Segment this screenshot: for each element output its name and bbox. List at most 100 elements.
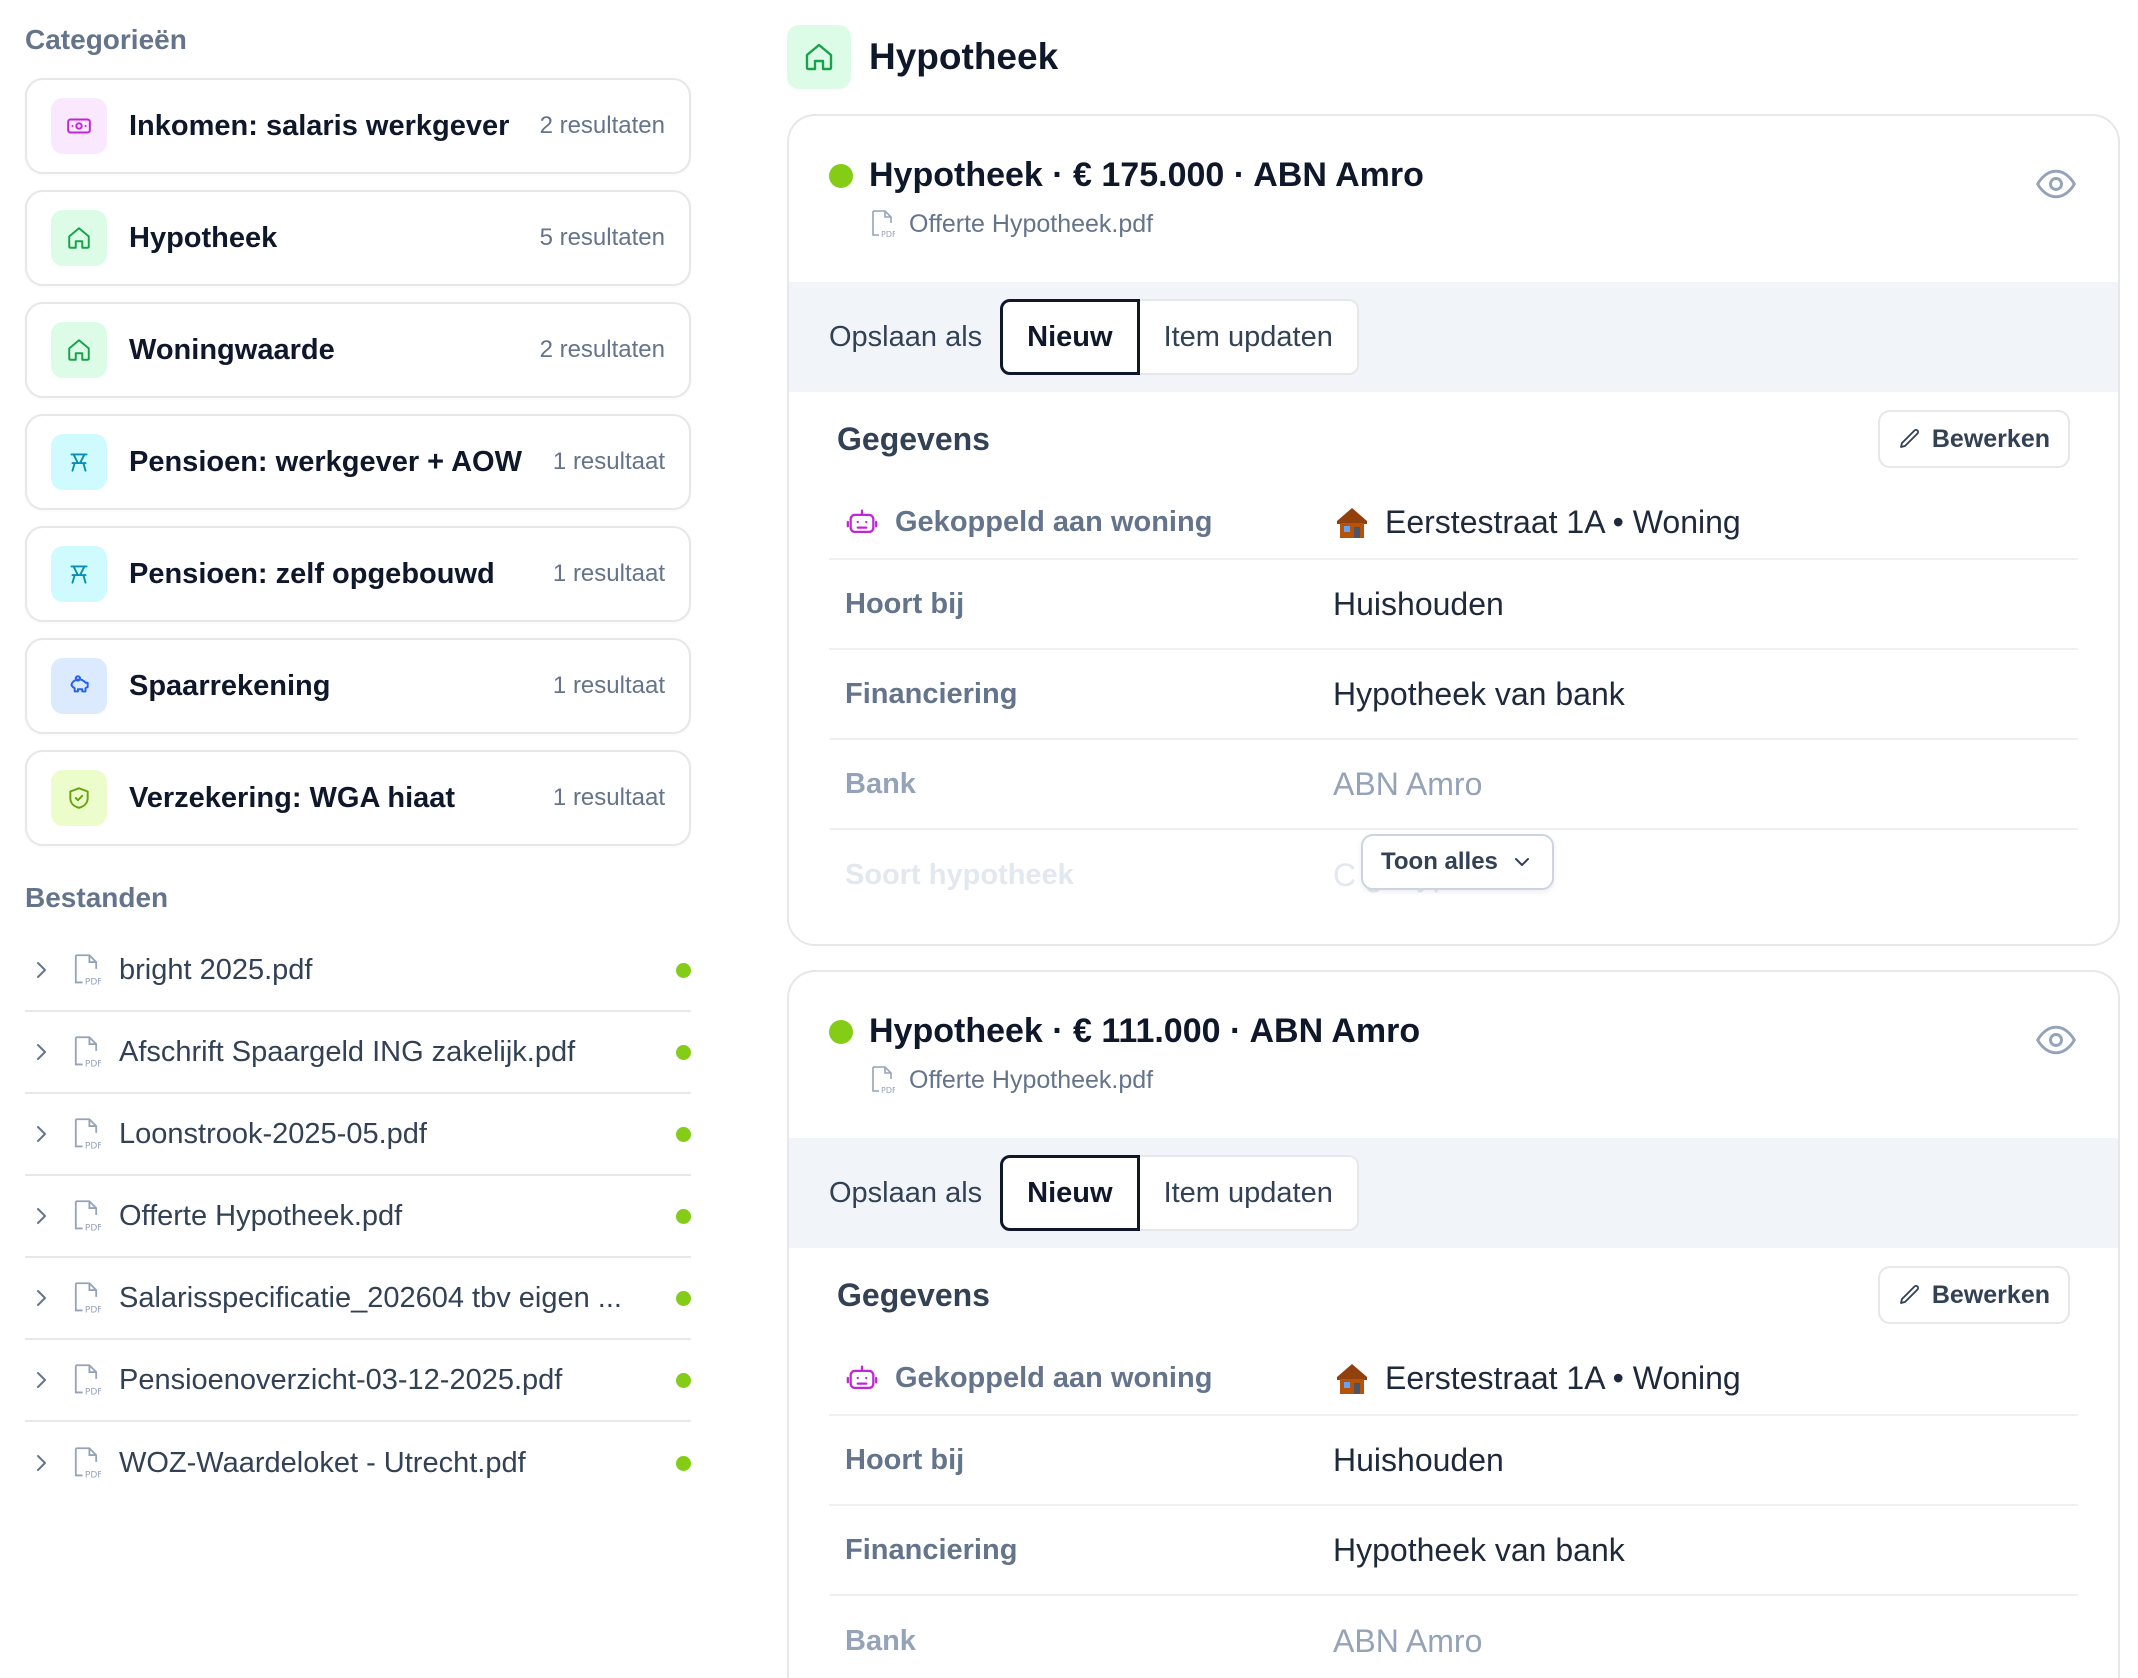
detail-row: Financiering Hypotheek van bank xyxy=(829,650,2078,740)
category-item[interactable]: Pensioen: zelf opgebouwd 1 resultaat xyxy=(25,526,691,622)
details-section: Gegevens Bewerken Gekoppeld aan woning E… xyxy=(789,392,2118,920)
sidebar: Categorieën Inkomen: salaris werkgever 2… xyxy=(25,20,691,1504)
banknote-icon xyxy=(51,98,107,154)
category-item[interactable]: Spaarrekening 1 resultaat xyxy=(25,638,691,734)
pdf-file-icon: PDF xyxy=(872,210,895,239)
status-dot xyxy=(676,1455,691,1471)
detail-value: Hypotheek van bank xyxy=(1333,1531,1625,1568)
source-file-name: Offerte Hypotheek.pdf xyxy=(909,1065,1154,1094)
detail-value: Huishouden xyxy=(1333,1441,1504,1478)
save-new-button[interactable]: Nieuw xyxy=(1000,299,1140,375)
category-count: 1 resultaat xyxy=(552,560,665,587)
file-row[interactable]: PDF bright 2025.pdf xyxy=(25,930,691,1012)
save-mode-toggle: Nieuw Item updaten xyxy=(1000,299,1359,375)
edit-button[interactable]: Bewerken xyxy=(1877,1266,2070,1324)
category-count: 2 resultaten xyxy=(539,112,665,139)
detail-row: Bank ABN Amro xyxy=(829,1596,2078,1678)
pdf-file-icon: PDF xyxy=(74,1036,101,1069)
chevron-right-icon[interactable] xyxy=(29,1122,53,1146)
category-item[interactable]: Inkomen: salaris werkgever 2 resultaten xyxy=(25,78,691,174)
file-name: Pensioenoverzicht-03-12-2025.pdf xyxy=(119,1363,563,1396)
pdf-file-icon: PDF xyxy=(872,1066,895,1095)
svg-text:PDF: PDF xyxy=(85,1060,101,1069)
pdf-file-icon: PDF xyxy=(74,1118,101,1151)
status-dot xyxy=(676,1126,691,1142)
chevron-right-icon[interactable] xyxy=(29,1286,53,1310)
beach-chair-icon xyxy=(51,546,107,602)
chevron-right-icon[interactable] xyxy=(29,1040,53,1064)
category-item[interactable]: Verzekering: WGA hiaat 1 resultaat xyxy=(25,750,691,846)
chevron-down-icon xyxy=(1514,858,1529,866)
robot-icon xyxy=(846,1365,878,1390)
save-new-button[interactable]: Nieuw xyxy=(1000,1155,1140,1231)
details-title: Gegevens xyxy=(837,420,990,457)
eye-icon[interactable] xyxy=(2034,1018,2078,1062)
card-header: Hypotheek · € 111.000 · ABN Amro PDF Off… xyxy=(789,972,2118,1138)
house-emoji-icon xyxy=(1337,1364,1367,1394)
category-name: Hypotheek xyxy=(129,221,278,254)
category-count: 2 resultaten xyxy=(539,336,665,363)
linked-label: Gekoppeld aan woning xyxy=(895,505,1213,538)
file-row[interactable]: PDF Pensioenoverzicht-03-12-2025.pdf xyxy=(25,1340,691,1422)
detail-value: ABN Amro xyxy=(1333,765,1483,802)
home-icon xyxy=(51,322,107,378)
source-file-name: Offerte Hypotheek.pdf xyxy=(909,209,1154,238)
source-file[interactable]: PDF Offerte Hypotheek.pdf xyxy=(869,209,2078,239)
svg-text:PDF: PDF xyxy=(85,1142,101,1151)
chevron-right-icon[interactable] xyxy=(29,1204,53,1228)
chevron-right-icon[interactable] xyxy=(29,1451,53,1475)
status-dot xyxy=(829,163,853,188)
detail-label: Financiering xyxy=(845,1533,1018,1566)
detail-row: Gekoppeld aan woning Eerstestraat 1A • W… xyxy=(829,486,2078,560)
details-rows: Gekoppeld aan woning Eerstestraat 1A • W… xyxy=(829,1342,2078,1678)
beach-chair-icon xyxy=(51,434,107,490)
save-mode-toggle: Nieuw Item updaten xyxy=(1000,1155,1359,1231)
svg-text:PDF: PDF xyxy=(85,978,101,987)
detail-label: Hoort bij xyxy=(845,1443,965,1476)
category-count: 1 resultaat xyxy=(552,672,665,699)
category-item[interactable]: Woningwaarde 2 resultaten xyxy=(25,302,691,398)
category-item[interactable]: Pensioen: werkgever + AOW 1 resultaat xyxy=(25,414,691,510)
card-title: Hypotheek · € 111.000 · ABN Amro xyxy=(869,1012,1421,1050)
category-name: Verzekering: WGA hiaat xyxy=(129,781,456,814)
pencil-icon xyxy=(1899,1285,1919,1304)
category-name: Woningwaarde xyxy=(129,333,335,366)
save-update-button[interactable]: Item updaten xyxy=(1139,1155,1359,1231)
file-name: Afschrift Spaargeld ING zakelijk.pdf xyxy=(119,1035,576,1068)
save-update-button[interactable]: Item updaten xyxy=(1139,299,1359,375)
page-title: Hypotheek xyxy=(869,36,1059,77)
status-dot xyxy=(676,1044,691,1060)
detail-value: Huishouden xyxy=(1333,585,1504,622)
save-as-bar: Opslaan als Nieuw Item updaten xyxy=(789,282,2118,392)
chevron-right-icon[interactable] xyxy=(29,1368,53,1392)
chevron-right-icon[interactable] xyxy=(29,958,53,982)
file-row[interactable]: PDF Salarisspecificatie_202604 tbv eigen… xyxy=(25,1258,691,1340)
result-card: Hypotheek · € 175.000 · ABN Amro PDF Off… xyxy=(787,114,2120,946)
file-name: Salarisspecificatie_202604 tbv eigen ... xyxy=(119,1281,622,1314)
linked-value: Eerstestraat 1A • Woning xyxy=(1385,503,1741,540)
detail-label: Bank xyxy=(845,1624,916,1657)
category-count: 1 resultaat xyxy=(552,784,665,811)
file-name: Loonstrook-2025-05.pdf xyxy=(119,1117,427,1150)
show-all-button[interactable]: Toon alles xyxy=(1361,834,1554,890)
file-row[interactable]: PDF WOZ-Waardeloket - Utrecht.pdf xyxy=(25,1422,691,1504)
card-header: Hypotheek · € 175.000 · ABN Amro PDF Off… xyxy=(789,116,2118,282)
files-title: Bestanden xyxy=(25,882,169,913)
file-row[interactable]: PDF Offerte Hypotheek.pdf xyxy=(25,1176,691,1258)
svg-text:PDF: PDF xyxy=(85,1388,101,1397)
file-row[interactable]: PDF Loonstrook-2025-05.pdf xyxy=(25,1094,691,1176)
svg-text:PDF: PDF xyxy=(881,1086,895,1095)
file-row[interactable]: PDF Afschrift Spaargeld ING zakelijk.pdf xyxy=(25,1012,691,1094)
details-section: Gegevens Bewerken Gekoppeld aan woning E… xyxy=(789,1248,2118,1678)
eye-icon[interactable] xyxy=(2034,162,2078,206)
file-name: Offerte Hypotheek.pdf xyxy=(119,1199,403,1232)
edit-button[interactable]: Bewerken xyxy=(1877,410,2070,468)
pdf-file-icon: PDF xyxy=(74,1200,101,1233)
main-panel: Hypotheek Hypotheek · € 175.000 · ABN Am… xyxy=(787,24,2120,1678)
category-item[interactable]: Hypotheek 5 resultaten xyxy=(25,190,691,286)
category-count: 5 resultaten xyxy=(539,224,665,251)
file-list: PDF bright 2025.pdf PDF Afschrift Spaarg… xyxy=(25,930,691,1504)
main-header: Hypotheek xyxy=(787,24,2120,90)
source-file[interactable]: PDF Offerte Hypotheek.pdf xyxy=(869,1065,2078,1095)
detail-row: Gekoppeld aan woning Eerstestraat 1A • W… xyxy=(829,1342,2078,1416)
